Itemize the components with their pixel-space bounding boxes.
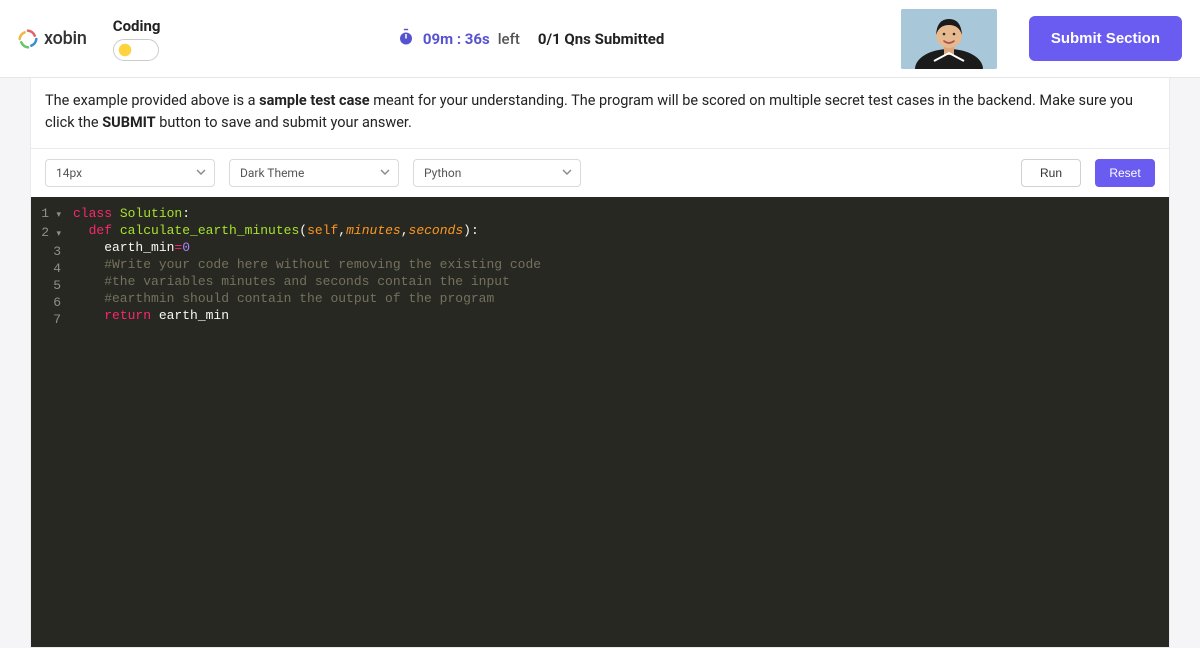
submit-section-button[interactable]: Submit Section bbox=[1029, 16, 1182, 61]
timer-value: 09m : 36s bbox=[423, 30, 490, 48]
sun-icon bbox=[117, 42, 133, 58]
logo-text: xobin bbox=[44, 28, 87, 49]
chevron-down-icon bbox=[380, 166, 390, 180]
font-size-select[interactable]: 14px bbox=[45, 159, 215, 187]
theme-select[interactable]: Dark Theme bbox=[229, 159, 399, 187]
timer: 09m : 36s left bbox=[397, 28, 520, 50]
instructions-bold-2: SUBMIT bbox=[102, 114, 155, 131]
header: xobin Coding 09m : 36s left 0/1 Qns Subm… bbox=[0, 0, 1200, 78]
instructions-bold-1: sample test case bbox=[259, 92, 370, 109]
content: The example provided above is a sample t… bbox=[30, 78, 1170, 648]
instructions: The example provided above is a sample t… bbox=[31, 78, 1169, 148]
editor-toolbar: 14px Dark Theme Python Run Reset bbox=[31, 148, 1169, 197]
language-value: Python bbox=[424, 166, 461, 180]
questions-status: 0/1 Qns Submitted bbox=[538, 30, 664, 48]
logo-icon bbox=[18, 29, 38, 49]
run-button[interactable]: Run bbox=[1021, 159, 1081, 187]
title-block: Coding bbox=[113, 17, 161, 61]
logo: xobin bbox=[18, 28, 87, 49]
theme-value: Dark Theme bbox=[240, 166, 304, 180]
theme-toggle[interactable] bbox=[113, 39, 159, 61]
editor-gutter: 1 ▾2 ▾34567 bbox=[31, 197, 67, 647]
font-size-value: 14px bbox=[56, 166, 82, 180]
page-title: Coding bbox=[113, 17, 161, 35]
instructions-text-pre: The example provided above is a bbox=[45, 92, 259, 109]
chevron-down-icon bbox=[562, 166, 572, 180]
avatar bbox=[901, 9, 997, 69]
language-select[interactable]: Python bbox=[413, 159, 581, 187]
reset-button[interactable]: Reset bbox=[1095, 159, 1155, 187]
chevron-down-icon bbox=[196, 166, 206, 180]
editor-code[interactable]: class Solution: def calculate_earth_minu… bbox=[67, 197, 1169, 647]
header-center: 09m : 36s left 0/1 Qns Submitted bbox=[172, 28, 888, 50]
code-editor[interactable]: 1 ▾2 ▾34567 class Solution: def calculat… bbox=[31, 197, 1169, 647]
timer-left-label: left bbox=[498, 30, 520, 48]
stopwatch-icon bbox=[397, 28, 415, 50]
instructions-text-post: button to save and submit your answer. bbox=[156, 114, 412, 131]
